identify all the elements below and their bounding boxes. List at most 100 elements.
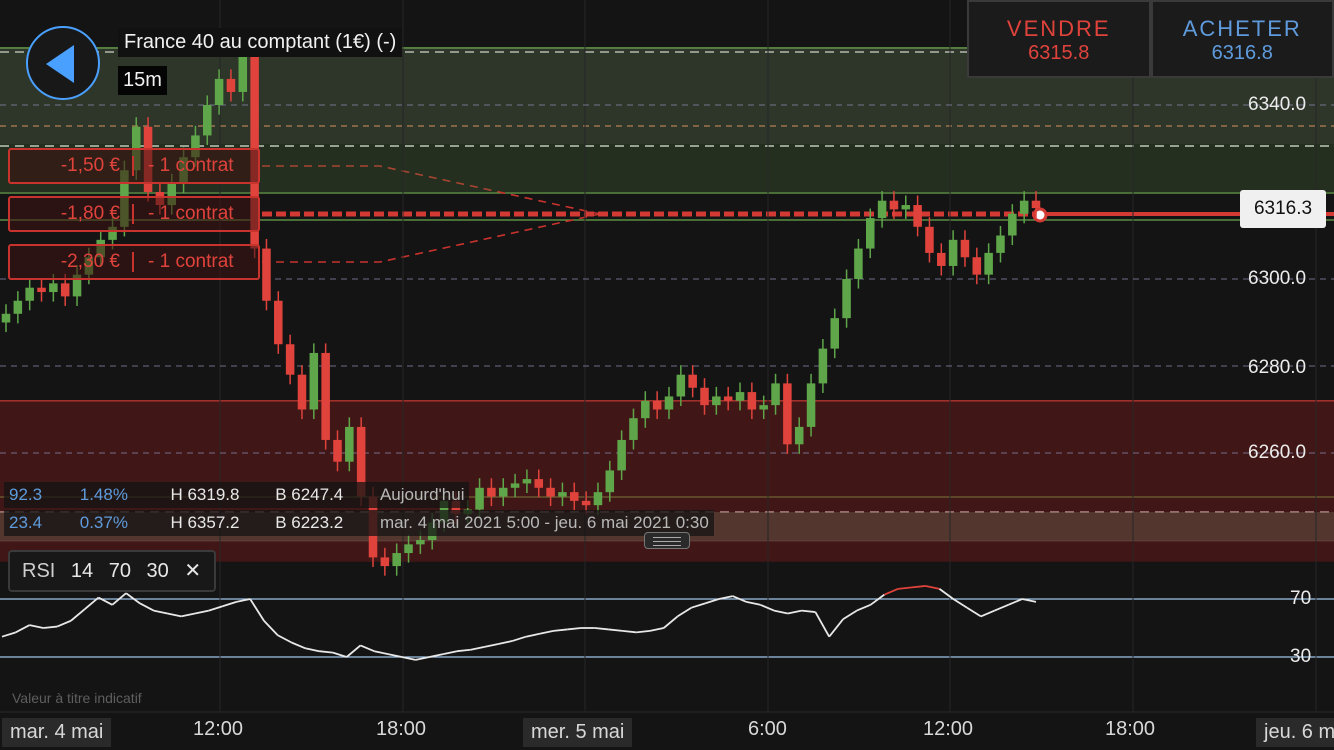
candle-body xyxy=(972,257,982,275)
order-line-3 xyxy=(262,213,601,263)
rsi-line-segment xyxy=(966,606,982,618)
sell-label: VENDRE xyxy=(1006,16,1111,41)
rsi-line-segment xyxy=(677,606,692,618)
order-tag-1[interactable]: -1,50 € - 1 contrat xyxy=(8,148,260,184)
order-qty: - 1 contrat xyxy=(148,251,234,272)
candle-body xyxy=(617,439,626,471)
candle-body xyxy=(1,313,11,323)
order-tag-3[interactable]: -2,30 € - 1 contrat xyxy=(8,244,260,280)
rsi-line-segment xyxy=(56,619,72,628)
instrument-title[interactable]: France 40 au comptant (1€) (-) xyxy=(118,28,403,57)
candle-body xyxy=(747,392,757,410)
candle-body xyxy=(297,374,307,410)
candle-body xyxy=(380,557,390,567)
rsi-line-segment xyxy=(167,612,182,618)
chart-canvas[interactable] xyxy=(0,0,1334,750)
sell-button[interactable]: VENDRE 6315.8 xyxy=(967,0,1151,78)
candle-body xyxy=(274,300,283,345)
candle-body xyxy=(60,283,70,297)
candle-body xyxy=(404,544,413,554)
rsi-line-segment xyxy=(346,644,362,658)
rsi-upper: 70 xyxy=(108,560,131,582)
sell-price: 6315.8 xyxy=(1028,42,1090,64)
candle-body xyxy=(309,352,319,410)
rsi-line-segment xyxy=(649,627,664,632)
rsi-name: RSI xyxy=(22,560,56,582)
candle-body xyxy=(510,483,520,488)
disclaimer-text: Valeur à titre indicatif xyxy=(12,690,142,706)
candle-body xyxy=(570,492,579,501)
rsi-line-segment xyxy=(70,608,86,622)
rsi-line-segment xyxy=(456,648,471,653)
rsi-lower: 30 xyxy=(146,560,169,582)
x-label-time: 18:00 xyxy=(1105,718,1156,740)
candle-body xyxy=(285,344,295,375)
rsi-line-segment xyxy=(194,609,209,615)
rsi-line-segment xyxy=(567,627,582,631)
candle-body xyxy=(498,487,508,497)
candle-body xyxy=(889,200,899,210)
x-label-day: jeu. 6 m xyxy=(1256,718,1334,747)
stat-change: 23.4 xyxy=(9,513,43,532)
candle-body xyxy=(475,487,484,510)
x-label-time: 12:00 xyxy=(193,718,244,740)
rsi-line-segment xyxy=(1008,598,1023,606)
timeframe-selector[interactable]: 15m xyxy=(118,66,167,95)
rsi-close-icon[interactable]: ✕ xyxy=(184,560,201,582)
stat-change: 92.3 xyxy=(9,485,43,504)
candle-body xyxy=(416,540,425,545)
candle-body xyxy=(605,470,615,493)
candle-body xyxy=(664,396,674,410)
candle-body xyxy=(830,318,839,349)
buy-button[interactable]: ACHETER 6316.8 xyxy=(1150,0,1334,78)
rsi-line-segment xyxy=(291,641,306,650)
candle-body xyxy=(546,487,555,497)
candle-body xyxy=(37,287,46,293)
stats-row-range: 23.4 0.37% H 6357.2 B 6223.2 mar. 4 mai … xyxy=(4,510,714,536)
order-amount: -1,50 € xyxy=(10,156,134,176)
candle-body xyxy=(522,479,532,484)
rsi-line-segment xyxy=(539,630,554,635)
order-tag-2[interactable]: -1,80 € - 1 contrat xyxy=(8,196,260,232)
candle-body xyxy=(558,492,567,497)
rsi-line-segment xyxy=(305,647,320,653)
rsi-line-segment xyxy=(787,609,802,615)
back-button[interactable] xyxy=(26,26,100,100)
panel-resize-handle[interactable] xyxy=(644,532,690,549)
candle-body xyxy=(333,439,342,462)
rsi-line-segment xyxy=(636,630,651,634)
rsi-line-segment xyxy=(139,602,155,612)
rsi-line-segment xyxy=(980,609,995,618)
rsi-line-segment xyxy=(511,635,527,642)
price-tick-6300: 6300.0 xyxy=(1248,268,1307,289)
candle-body xyxy=(948,239,958,266)
price-tick-6280: 6280.0 xyxy=(1248,357,1307,378)
stats-row-today: 92.3 1.48% H 6319.8 B 6247.4 Aujourd'hui xyxy=(4,482,470,508)
stat-period: Aujourd'hui xyxy=(379,485,465,504)
candle-body xyxy=(771,383,780,406)
candle-body xyxy=(652,400,662,410)
rsi-line-segment xyxy=(814,611,830,638)
candle-body xyxy=(842,279,851,319)
candle-body xyxy=(487,487,496,497)
rsi-tick-30: 30 xyxy=(1290,646,1312,667)
candle-body xyxy=(996,235,1005,253)
rsi-line-segment xyxy=(663,615,679,629)
candle-body xyxy=(913,205,922,227)
rsi-indicator-box[interactable]: RSI 14 70 30 ✕ xyxy=(8,550,216,592)
back-arrow-icon xyxy=(46,45,74,83)
candle-body xyxy=(818,348,828,384)
candle-body xyxy=(262,248,271,301)
rsi-line-segment xyxy=(15,624,30,634)
stat-high: H 6357.2 xyxy=(170,513,240,532)
rsi-line-segment xyxy=(263,620,279,636)
rsi-line-segment xyxy=(181,612,196,618)
rsi-line-segment xyxy=(249,598,265,622)
stat-change-pct: 1.48% xyxy=(79,485,128,504)
rsi-line-segment xyxy=(277,634,292,644)
rsi-line-segment xyxy=(925,585,940,590)
stat-high: H 6319.8 xyxy=(170,485,240,504)
rsi-line-segment xyxy=(1,631,17,638)
candle-body xyxy=(925,226,934,253)
price-tick-6340: 6340.0 xyxy=(1248,94,1307,115)
